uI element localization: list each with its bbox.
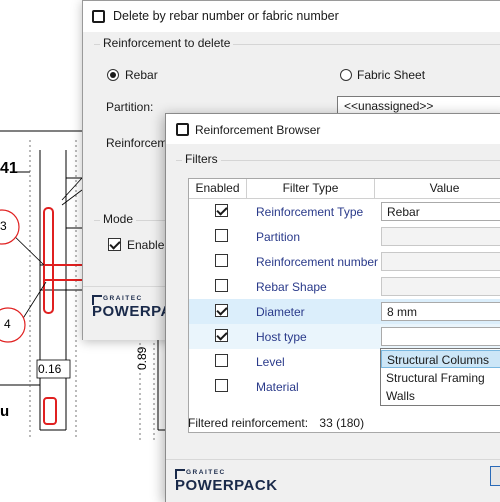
fabric-sheet-radio[interactable] [340, 69, 352, 81]
filter-type-label: Rebar Shape [256, 280, 327, 294]
filter-value-field[interactable] [381, 277, 500, 296]
graitec-brand-text: GRAITEC [103, 295, 143, 302]
delete-dialog-titlebar[interactable]: Delete by rebar number or fabric number [83, 1, 500, 32]
filter-value-field[interactable]: Rebar [381, 202, 500, 221]
callout-label-3: 3 [0, 219, 7, 233]
filter-type-label: Diameter [256, 305, 305, 319]
enabled-checkbox[interactable] [215, 354, 228, 367]
delete-dialog-title: Delete by rebar number or fabric number [113, 9, 339, 23]
column-header-value[interactable]: Value [375, 179, 500, 199]
graitec-brand-text: GRAITEC [186, 469, 226, 476]
filter-type-label: Partition [256, 230, 301, 244]
browser-title: Reinforcement Browser [195, 123, 321, 137]
browser-titlebar[interactable]: Reinforcement Browser [166, 114, 500, 144]
filters-group-title: Filters [182, 152, 221, 166]
enabled-checkbox[interactable] [215, 204, 228, 217]
filter-row-host-type[interactable]: Host type [189, 324, 500, 349]
enabled-checkbox[interactable] [215, 304, 228, 317]
filter-value-field[interactable] [381, 252, 500, 271]
filter-row-reinforcement-number[interactable]: Reinforcement number [189, 249, 500, 274]
enabled-checkbox[interactable] [215, 254, 228, 267]
partition-label: Partition: [106, 100, 154, 114]
filter-row-diameter[interactable]: Diameter 8 mm [189, 299, 500, 324]
filter-value-field[interactable] [381, 227, 500, 246]
enabled-checkbox[interactable] [215, 279, 228, 292]
filter-type-label: Reinforcement number [256, 255, 379, 269]
graitec-app-icon [92, 10, 105, 23]
column-header-filter-type[interactable]: Filter Type [247, 179, 375, 199]
cad-label-u: u [0, 403, 10, 420]
column-header-enabled[interactable]: Enabled [189, 179, 247, 199]
filter-type-label: Reinforcement Type [256, 205, 364, 219]
filter-value-field[interactable] [381, 327, 500, 346]
reinforcement-number-label: Reinforcem [106, 136, 168, 150]
filtered-reinforcement-label: Filtered reinforcement: [188, 416, 309, 430]
powerpack-brand-text: POWERPA [92, 303, 172, 320]
filtered-reinforcement-value: 33 (180) [319, 416, 365, 430]
dropdown-option-structural-framing[interactable]: Structural Framing [381, 369, 500, 387]
powerpack-brand-text: POWERPACK [175, 477, 278, 494]
filter-type-label: Host type [256, 330, 307, 344]
rebar-bottom [43, 397, 57, 425]
browser-footer: GRAITEC POWERPACK [166, 459, 500, 502]
cad-label-41: 41 [0, 160, 18, 177]
enable-checkbox[interactable] [108, 238, 121, 251]
mode-group-title: Mode [100, 212, 137, 226]
enabled-checkbox[interactable] [215, 329, 228, 342]
filter-row-partition[interactable]: Partition [189, 224, 500, 249]
graitec-app-icon [176, 123, 189, 136]
filter-type-label: Material [256, 380, 299, 394]
host-type-dropdown-list: Structural Columns Structural Framing Wa… [380, 348, 500, 406]
dropdown-option-structural-columns[interactable]: Structural Columns [381, 350, 500, 368]
filter-value-field[interactable]: 8 mm [381, 302, 500, 321]
rebar-radio-label[interactable]: Rebar [125, 68, 158, 82]
dropdown-option-walls[interactable]: Walls [381, 387, 500, 405]
footer-button[interactable] [490, 466, 500, 486]
rebar-radio[interactable] [107, 69, 119, 81]
filter-row-rebar-shape[interactable]: Rebar Shape [189, 274, 500, 299]
enabled-checkbox[interactable] [215, 229, 228, 242]
reinforcement-group-title: Reinforcement to delete [100, 36, 234, 50]
dimension-label-089: 0.89 [135, 346, 149, 370]
enabled-checkbox[interactable] [215, 379, 228, 392]
filtered-reinforcement-count: Filtered reinforcement: 33 (180) [188, 416, 364, 430]
enable-checkbox-label[interactable]: Enable [127, 238, 164, 252]
filter-type-label: Level [256, 355, 285, 369]
fabric-sheet-radio-label[interactable]: Fabric Sheet [357, 68, 425, 82]
rebar-stirrup [43, 207, 54, 314]
dimension-label-016: 0.16 [38, 362, 62, 376]
callout-label-4: 4 [4, 317, 11, 331]
filter-row-reinforcement-type[interactable]: Reinforcement Type Rebar [189, 199, 500, 224]
